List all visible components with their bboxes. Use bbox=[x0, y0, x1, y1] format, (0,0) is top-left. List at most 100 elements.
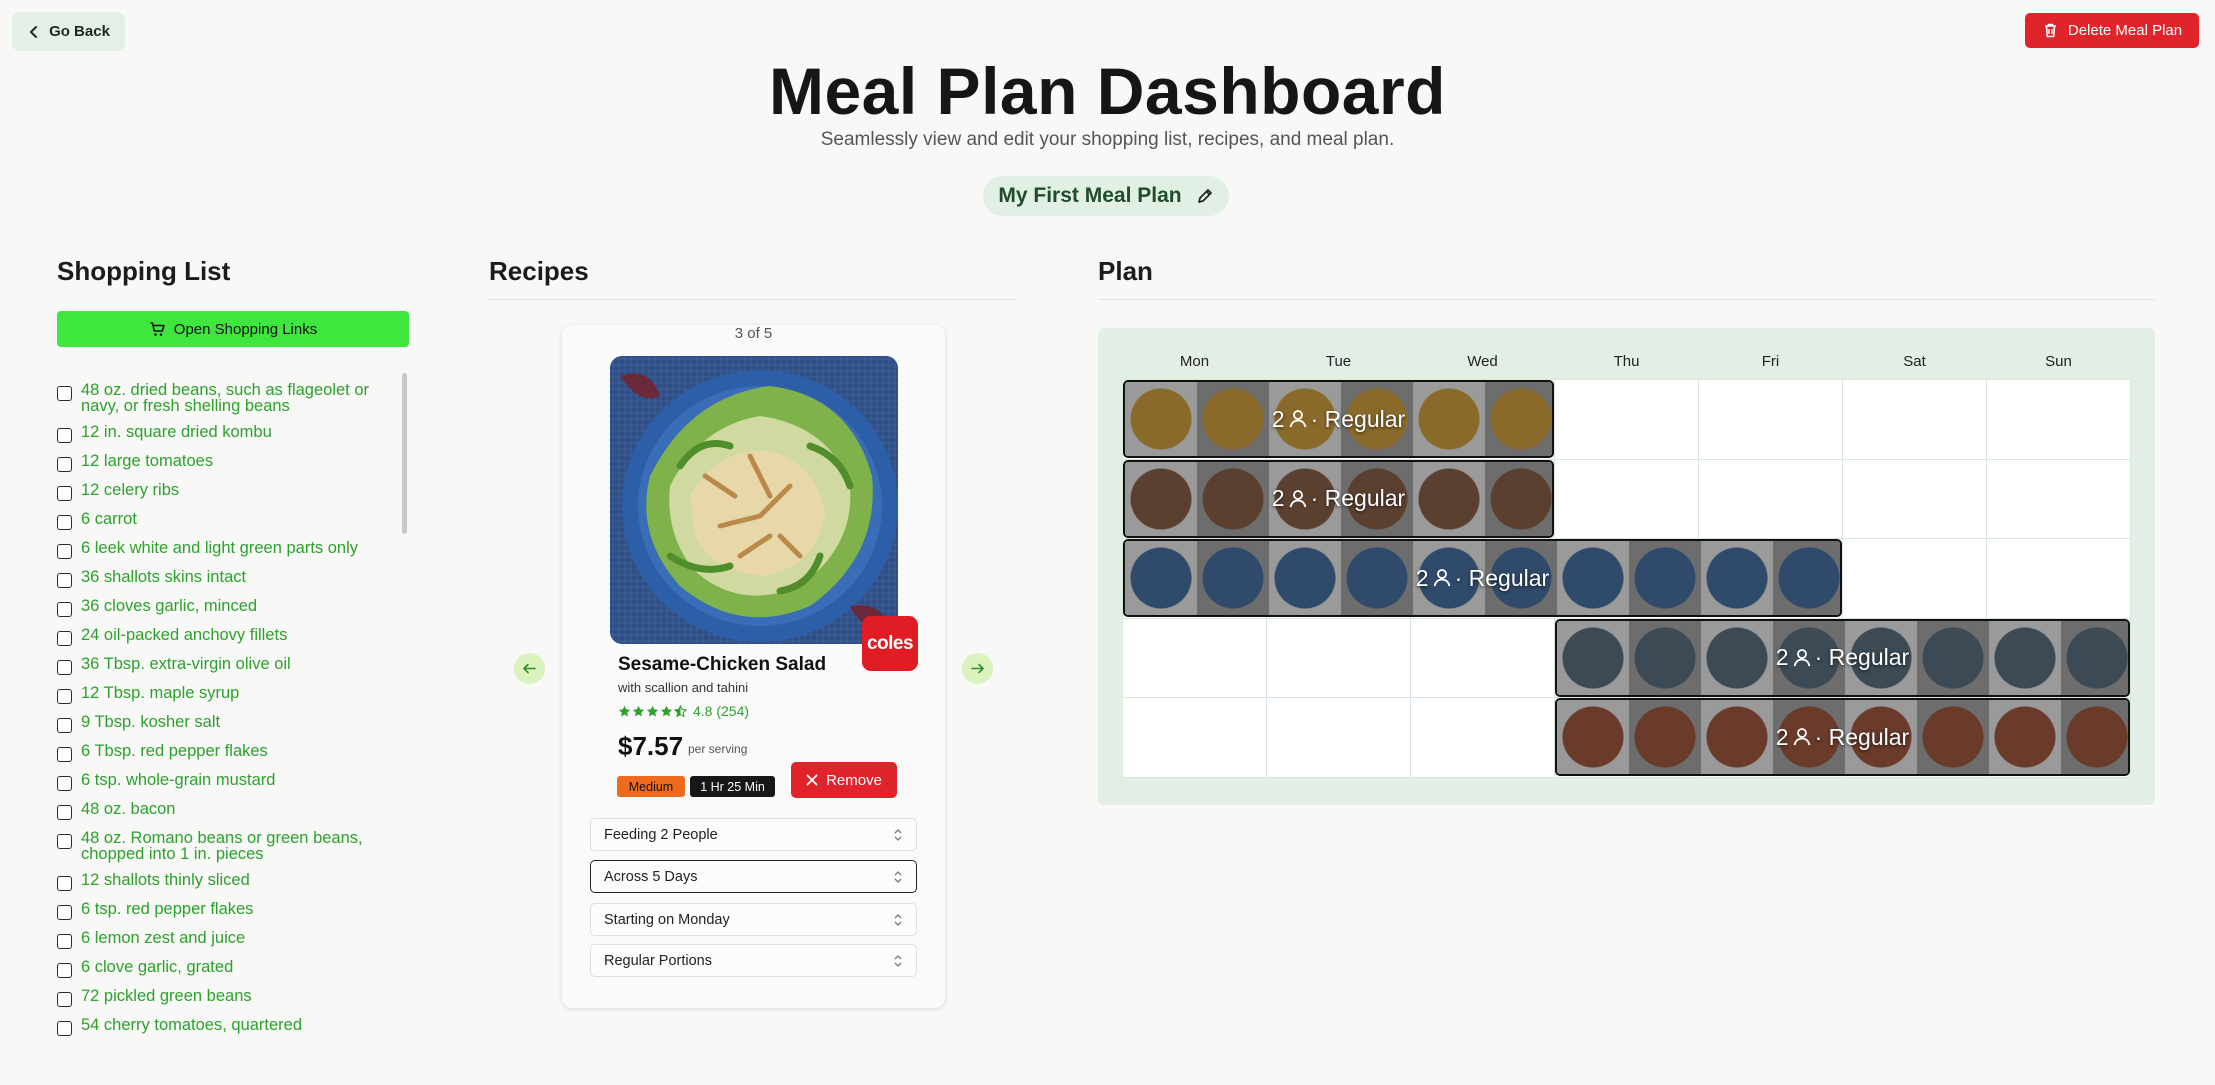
time-badge: 1 Hr 25 Min bbox=[690, 776, 775, 797]
plan-cell[interactable] bbox=[1698, 458, 1843, 540]
shopping-list-item[interactable]: 48 oz. Romano beans or green beans, chop… bbox=[57, 829, 397, 863]
plan-cell[interactable] bbox=[1986, 379, 2131, 460]
item-checkbox[interactable] bbox=[57, 934, 72, 949]
meal-block[interactable]: 2 · Regular bbox=[1123, 459, 1554, 538]
meal-block[interactable]: 2 · Regular bbox=[1123, 380, 1554, 458]
meal-label: 2 · Regular bbox=[1776, 724, 1909, 751]
meal-servings: 2 bbox=[1775, 644, 1789, 670]
recipe-counter: 3 of 5 bbox=[734, 325, 773, 342]
shopping-list-item[interactable]: 6 Tbsp. red pepper flakes bbox=[57, 742, 397, 762]
rating-stars bbox=[618, 704, 687, 718]
item-checkbox[interactable] bbox=[57, 602, 72, 617]
item-checkbox[interactable] bbox=[57, 876, 72, 891]
plan-cell[interactable] bbox=[1266, 617, 1411, 699]
shopping-list-item[interactable]: 9 Tbsp. kosher salt bbox=[57, 714, 397, 733]
day-header-sun: Sun bbox=[2045, 353, 2072, 370]
meal-block[interactable]: 2 · Regular bbox=[1123, 539, 1842, 617]
shopping-list-scrollbar[interactable] bbox=[402, 373, 407, 534]
item-label: 12 Tbsp. maple syrup bbox=[81, 684, 240, 702]
meal-label: 2 · Regular bbox=[1272, 406, 1405, 433]
meal-block[interactable]: 2 · Regular bbox=[1555, 618, 2130, 697]
plan-cell[interactable] bbox=[1986, 458, 2131, 540]
open-shopping-links-label: Open Shopping Links bbox=[173, 320, 318, 338]
plan-cell[interactable] bbox=[1842, 538, 1987, 619]
item-checkbox[interactable] bbox=[57, 631, 72, 646]
shopping-list-item[interactable]: 72 pickled green beans bbox=[57, 988, 397, 1007]
meal-portion: · Regular bbox=[1814, 723, 1910, 750]
days-select[interactable]: Across 5 Days bbox=[590, 860, 917, 893]
shopping-list-item[interactable]: 12 in. square dried kombu bbox=[57, 424, 397, 443]
shopping-list-item[interactable]: 6 tsp. whole-grain mustard bbox=[57, 772, 397, 791]
meal-block[interactable]: 2 · Regular bbox=[1555, 698, 2130, 776]
item-checkbox[interactable] bbox=[57, 386, 72, 401]
item-label: 6 leek white and light green parts only bbox=[81, 539, 359, 557]
start-day-select[interactable]: Starting on Monday bbox=[590, 903, 917, 936]
plan-cell[interactable] bbox=[1986, 538, 2131, 619]
shopping-list-item[interactable]: 12 large tomatoes bbox=[57, 453, 397, 472]
arrow-left-icon bbox=[523, 663, 536, 674]
plan-cell[interactable] bbox=[1842, 379, 1987, 460]
item-checkbox[interactable] bbox=[57, 905, 72, 920]
shopping-list-item[interactable]: 48 oz. bacon bbox=[57, 800, 397, 820]
shopping-list-item[interactable]: 54 cherry tomatoes, quartered bbox=[57, 1017, 397, 1036]
item-checkbox[interactable] bbox=[57, 457, 72, 472]
item-checkbox[interactable] bbox=[57, 1021, 72, 1036]
shopping-list-item[interactable]: 6 lemon zest and juice bbox=[57, 930, 397, 949]
item-checkbox[interactable] bbox=[57, 689, 72, 704]
day-header-sat: Sat bbox=[1903, 353, 1926, 370]
cart-icon bbox=[150, 321, 165, 336]
prev-recipe-button[interactable] bbox=[514, 653, 545, 684]
open-shopping-links-button[interactable]: Open Shopping Links bbox=[57, 311, 409, 347]
plan-cell[interactable] bbox=[1698, 379, 1843, 460]
item-checkbox[interactable] bbox=[57, 660, 72, 675]
plan-cell[interactable] bbox=[1122, 617, 1267, 699]
plan-cell[interactable] bbox=[1266, 697, 1411, 778]
shopping-list-item[interactable]: 12 shallots thinly sliced bbox=[57, 872, 397, 891]
shopping-list-item[interactable]: 12 celery ribs bbox=[57, 482, 397, 501]
item-checkbox[interactable] bbox=[57, 776, 72, 791]
item-checkbox[interactable] bbox=[57, 718, 72, 733]
item-checkbox[interactable] bbox=[57, 573, 72, 588]
item-label: 6 Tbsp. red pepper flakes bbox=[81, 742, 268, 760]
shopping-list-item[interactable]: 6 clove garlic, grated bbox=[57, 959, 397, 978]
item-label: 48 oz. Romano beans or green beans, chop… bbox=[81, 829, 363, 863]
portion-select[interactable]: Regular Portions bbox=[590, 944, 917, 977]
plan-cell[interactable] bbox=[1122, 697, 1267, 778]
plan-cell[interactable] bbox=[1410, 697, 1555, 778]
item-checkbox[interactable] bbox=[57, 992, 72, 1007]
item-checkbox[interactable] bbox=[57, 544, 72, 559]
delete-meal-plan-button[interactable]: Delete Meal Plan bbox=[2025, 13, 2199, 48]
item-checkbox[interactable] bbox=[57, 486, 72, 501]
shopping-list-item[interactable]: 12 Tbsp. maple syrup bbox=[57, 684, 397, 704]
meal-label: 2 · Regular bbox=[1416, 565, 1549, 592]
feeding-select[interactable]: Feeding 2 People bbox=[590, 818, 917, 851]
shopping-list-item[interactable]: 24 oil-packed anchovy fillets bbox=[57, 627, 397, 646]
shopping-list-item[interactable]: 6 carrot bbox=[57, 511, 397, 530]
plan-cell[interactable] bbox=[1554, 379, 1699, 460]
remove-recipe-button[interactable]: Remove bbox=[791, 762, 897, 798]
shopping-list-item[interactable]: 48 oz. dried beans, such as flageolet or… bbox=[57, 382, 397, 414]
item-checkbox[interactable] bbox=[57, 515, 72, 530]
plan-cell[interactable] bbox=[1554, 458, 1699, 540]
item-checkbox[interactable] bbox=[57, 747, 72, 762]
plan-cell[interactable] bbox=[1410, 617, 1555, 699]
next-recipe-button[interactable] bbox=[962, 653, 993, 684]
item-checkbox[interactable] bbox=[57, 963, 72, 978]
plan-divider bbox=[1098, 299, 2155, 300]
shopping-list-item[interactable]: 36 Tbsp. extra-virgin olive oil bbox=[57, 656, 397, 675]
pencil-icon[interactable] bbox=[1196, 187, 1214, 205]
item-label: 48 oz. bacon bbox=[81, 800, 176, 818]
shopping-list-item[interactable]: 6 leek white and light green parts only bbox=[57, 539, 397, 559]
shopping-list-item[interactable]: 6 tsp. red pepper flakes bbox=[57, 901, 397, 920]
meal-servings: 2 bbox=[1775, 723, 1789, 750]
go-back-button[interactable]: Go Back bbox=[12, 12, 125, 51]
item-checkbox[interactable] bbox=[57, 834, 72, 849]
chevron-left-icon bbox=[29, 25, 38, 38]
item-checkbox[interactable] bbox=[57, 428, 72, 443]
plan-cell[interactable] bbox=[1842, 458, 1987, 540]
item-checkbox[interactable] bbox=[57, 805, 72, 820]
meal-servings: 2 bbox=[1415, 564, 1429, 591]
shopping-list-item[interactable]: 36 cloves garlic, minced bbox=[57, 598, 397, 617]
plan-name-pill[interactable]: My First Meal Plan bbox=[983, 176, 1229, 216]
shopping-list-item[interactable]: 36 shallots skins intact bbox=[57, 569, 397, 588]
